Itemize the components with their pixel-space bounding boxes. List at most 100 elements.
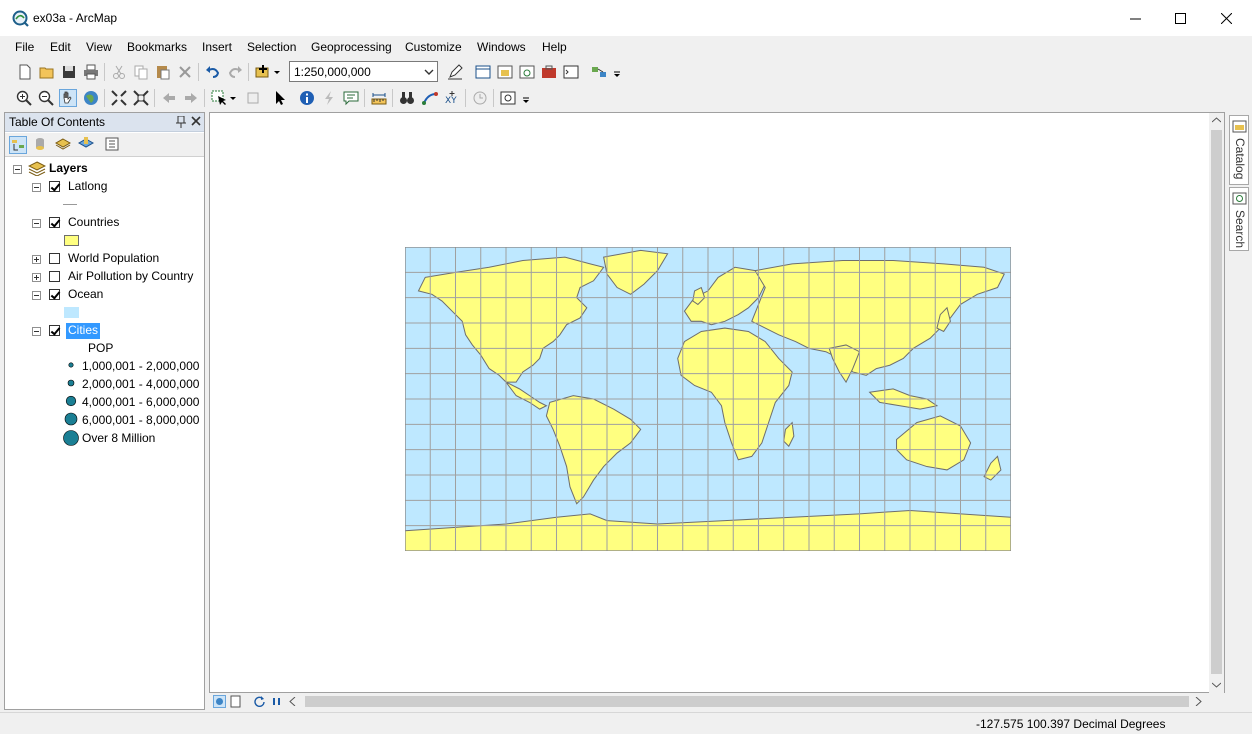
scroll-down-icon[interactable]: [1212, 682, 1221, 688]
checkbox-world-population[interactable]: [49, 253, 60, 264]
fixed-zoom-out-button[interactable]: [132, 89, 150, 107]
menu-selection[interactable]: Selection: [247, 40, 296, 54]
arctoolbox-button[interactable]: [540, 63, 558, 81]
redo-button[interactable]: [226, 63, 244, 81]
arrow-right-icon: [185, 93, 197, 103]
undo-button[interactable]: [204, 63, 222, 81]
layer-air-pollution-label[interactable]: Air Pollution by Country: [68, 269, 193, 285]
pan-button[interactable]: [59, 89, 77, 107]
scroll-left-icon[interactable]: [289, 697, 296, 706]
paste-button[interactable]: [154, 63, 172, 81]
scroll-up-icon[interactable]: [1212, 117, 1221, 123]
add-data-button[interactable]: [254, 63, 272, 81]
time-slider-button[interactable]: [471, 89, 489, 107]
menu-view[interactable]: View: [86, 40, 112, 54]
delete-button[interactable]: [176, 63, 194, 81]
find-route-button[interactable]: [421, 89, 439, 107]
layer-ocean-label[interactable]: Ocean: [68, 287, 103, 303]
model-builder-button[interactable]: [590, 63, 608, 81]
pause-drawing-button[interactable]: [270, 695, 283, 708]
world-map[interactable]: [405, 247, 1011, 551]
checkbox-air-pollution[interactable]: [49, 271, 60, 282]
create-viewer-window-button[interactable]: [499, 89, 517, 107]
layer-countries-label[interactable]: Countries: [68, 215, 119, 231]
list-by-selection-button[interactable]: [77, 136, 96, 154]
map-vertical-scrollbar[interactable]: [1209, 113, 1224, 693]
close-icon[interactable]: [191, 116, 201, 126]
hyperlink-button[interactable]: [320, 89, 338, 107]
expander-air-pollution[interactable]: [32, 273, 41, 282]
minimize-button[interactable]: [1112, 0, 1158, 36]
zoom-out-button[interactable]: [37, 89, 55, 107]
table-of-contents-button[interactable]: [474, 63, 492, 81]
cut-button[interactable]: [110, 63, 128, 81]
scroll-right-icon[interactable]: [1195, 697, 1202, 706]
go-back-button[interactable]: [160, 89, 178, 107]
catalog-window-button[interactable]: [496, 63, 514, 81]
find-button[interactable]: [398, 89, 416, 107]
copy-button[interactable]: [132, 63, 150, 81]
measure-button[interactable]: [370, 89, 388, 107]
map-display[interactable]: [209, 112, 1225, 693]
map-scale-combo[interactable]: 1:250,000,000: [289, 61, 438, 82]
go-forward-button[interactable]: [182, 89, 200, 107]
layout-view-button[interactable]: [229, 695, 242, 708]
menu-customize[interactable]: Customize: [405, 40, 462, 54]
expander-world-population[interactable]: [32, 255, 41, 264]
save-button[interactable]: [60, 63, 78, 81]
list-by-drawing-order-button[interactable]: [9, 136, 27, 154]
menu-edit[interactable]: Edit: [50, 40, 71, 54]
menu-windows[interactable]: Windows: [477, 40, 526, 54]
layer-cities-label[interactable]: Cities: [66, 323, 101, 339]
print-button[interactable]: [82, 63, 100, 81]
layer-latlong-label[interactable]: Latlong: [68, 179, 107, 195]
go-to-xy-button[interactable]: XY: [443, 89, 461, 107]
menu-help[interactable]: Help: [542, 40, 567, 54]
layer-world-population-label[interactable]: World Population: [68, 251, 159, 267]
vertical-scroll-thumb[interactable]: [1211, 130, 1222, 674]
new-document-button[interactable]: [16, 63, 34, 81]
full-extent-button[interactable]: [82, 89, 100, 107]
pin-icon[interactable]: [176, 116, 186, 128]
menu-geoprocessing[interactable]: Geoprocessing: [311, 40, 392, 54]
expander-latlong[interactable]: [32, 183, 41, 192]
checkbox-ocean[interactable]: [49, 289, 60, 300]
close-window-button[interactable]: [1203, 0, 1249, 36]
checkbox-countries[interactable]: [49, 217, 60, 228]
toc-options-button[interactable]: [104, 136, 122, 154]
horizontal-scroll-thumb[interactable]: [305, 696, 1189, 707]
checkbox-cities[interactable]: [49, 325, 60, 336]
search-window-button[interactable]: [518, 63, 536, 81]
add-data-dropdown[interactable]: [272, 63, 282, 81]
toolbar-options[interactable]: [521, 89, 531, 107]
menu-file[interactable]: File: [15, 40, 34, 54]
data-view-button[interactable]: [213, 695, 226, 708]
city-class-4-symbol: [64, 412, 78, 426]
list-by-source-button[interactable]: [32, 136, 50, 154]
expander-cities[interactable]: [32, 327, 41, 336]
python-window-button[interactable]: [562, 63, 580, 81]
select-features-dropdown[interactable]: [228, 89, 238, 107]
expander-countries[interactable]: [32, 219, 41, 228]
menu-bookmarks[interactable]: Bookmarks: [127, 40, 187, 54]
fixed-zoom-in-button[interactable]: [110, 89, 128, 107]
select-elements-button[interactable]: [271, 89, 289, 107]
zoom-in-button[interactable]: [15, 89, 33, 107]
identify-button[interactable]: [298, 89, 316, 107]
list-by-visibility-button[interactable]: [54, 136, 73, 154]
clear-selection-button[interactable]: [244, 89, 262, 107]
maximize-button[interactable]: [1157, 0, 1203, 36]
expander-layers[interactable]: [13, 165, 22, 174]
html-popup-button[interactable]: [342, 89, 360, 107]
open-button[interactable]: [38, 63, 56, 81]
search-tab[interactable]: Search: [1229, 187, 1249, 251]
menu-insert[interactable]: Insert: [202, 40, 232, 54]
editor-toolbar-button[interactable]: [446, 63, 464, 81]
checkbox-latlong[interactable]: [49, 181, 60, 192]
select-features-button[interactable]: [210, 89, 228, 107]
expander-ocean[interactable]: [32, 291, 41, 300]
toolbar-options[interactable]: [612, 63, 622, 81]
catalog-tab[interactable]: Catalog: [1229, 115, 1249, 185]
layers-root-label[interactable]: Layers: [49, 161, 88, 177]
refresh-button[interactable]: [253, 695, 266, 708]
